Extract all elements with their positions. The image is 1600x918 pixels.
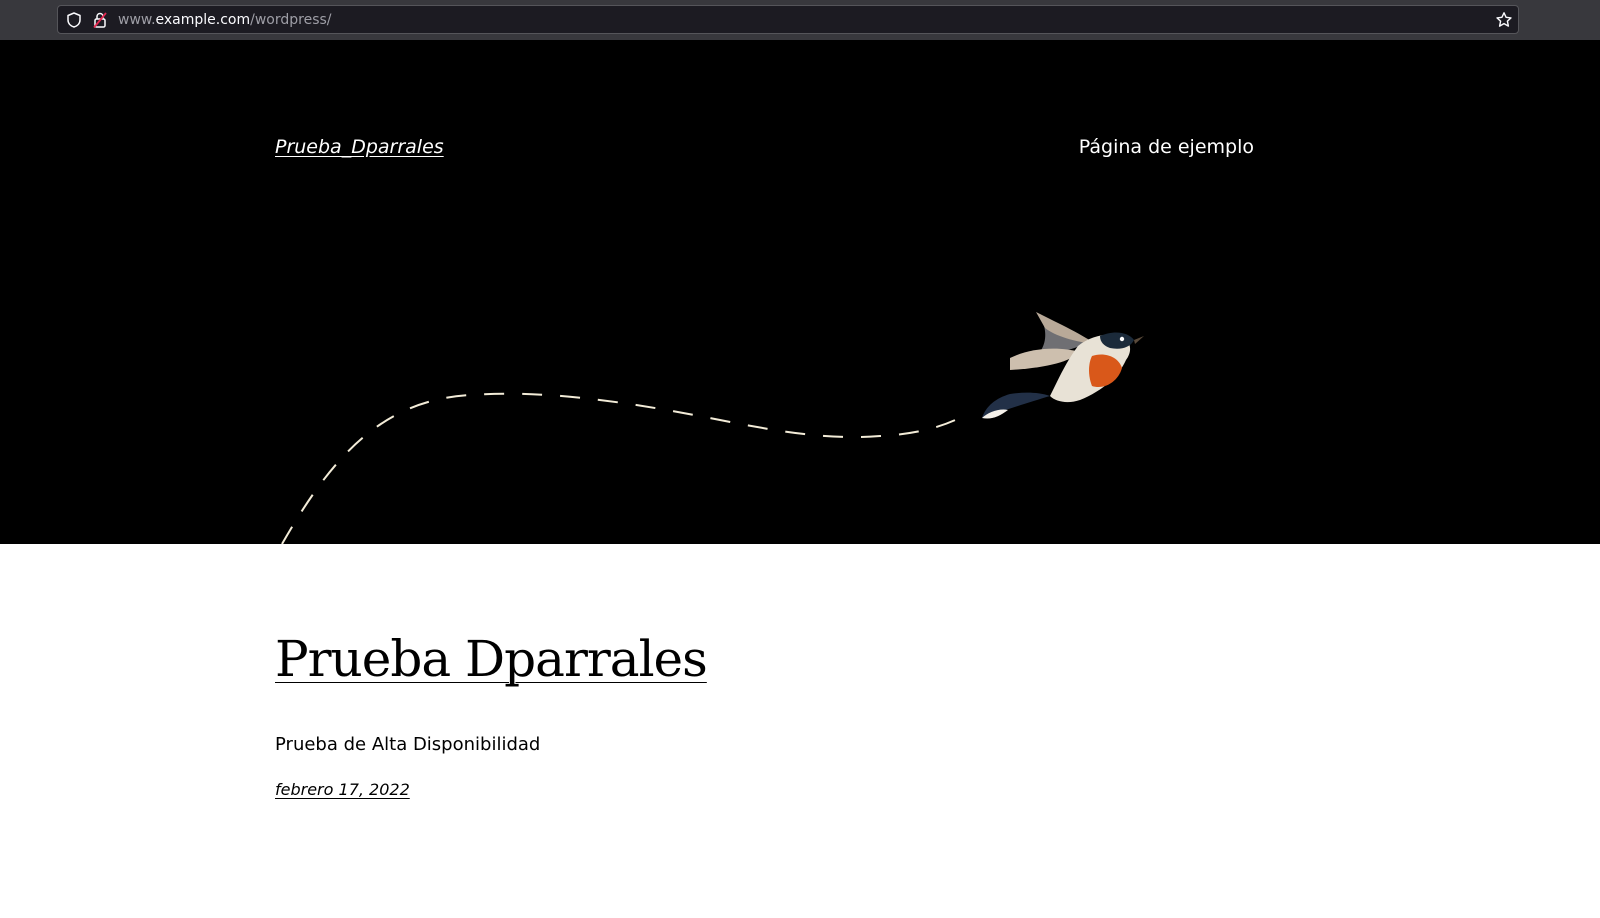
star-icon[interactable]: [1495, 11, 1513, 29]
browser-toolbar: www.example.com/wordpress/: [0, 0, 1600, 40]
bird-icon: [982, 312, 1144, 419]
nav-item-pagina-de-ejemplo[interactable]: Página de ejemplo: [1079, 136, 1254, 158]
url-text[interactable]: www.example.com/wordpress/: [118, 12, 332, 28]
post-title-link[interactable]: Prueba Dparrales: [275, 630, 708, 688]
url-prefix: www.: [118, 12, 156, 28]
address-bar[interactable]: www.example.com/wordpress/: [57, 5, 1519, 34]
shield-icon[interactable]: [65, 11, 83, 29]
post-date-link[interactable]: febrero 17, 2022: [275, 780, 410, 799]
lock-icon[interactable]: [91, 11, 109, 29]
site-header: Prueba_Dparrales Página de ejemplo: [0, 40, 1600, 544]
url-path: /wordpress/: [250, 12, 332, 28]
dashed-flight-path: [281, 392, 971, 544]
header-illustration: [281, 312, 1144, 544]
post-excerpt: Prueba de Alta Disponibilidad: [275, 734, 541, 755]
url-host: example.com: [155, 12, 251, 28]
site-title-link[interactable]: Prueba_Dparrales: [275, 136, 444, 158]
main-content: Prueba Dparrales Prueba de Alta Disponib…: [0, 544, 1600, 918]
